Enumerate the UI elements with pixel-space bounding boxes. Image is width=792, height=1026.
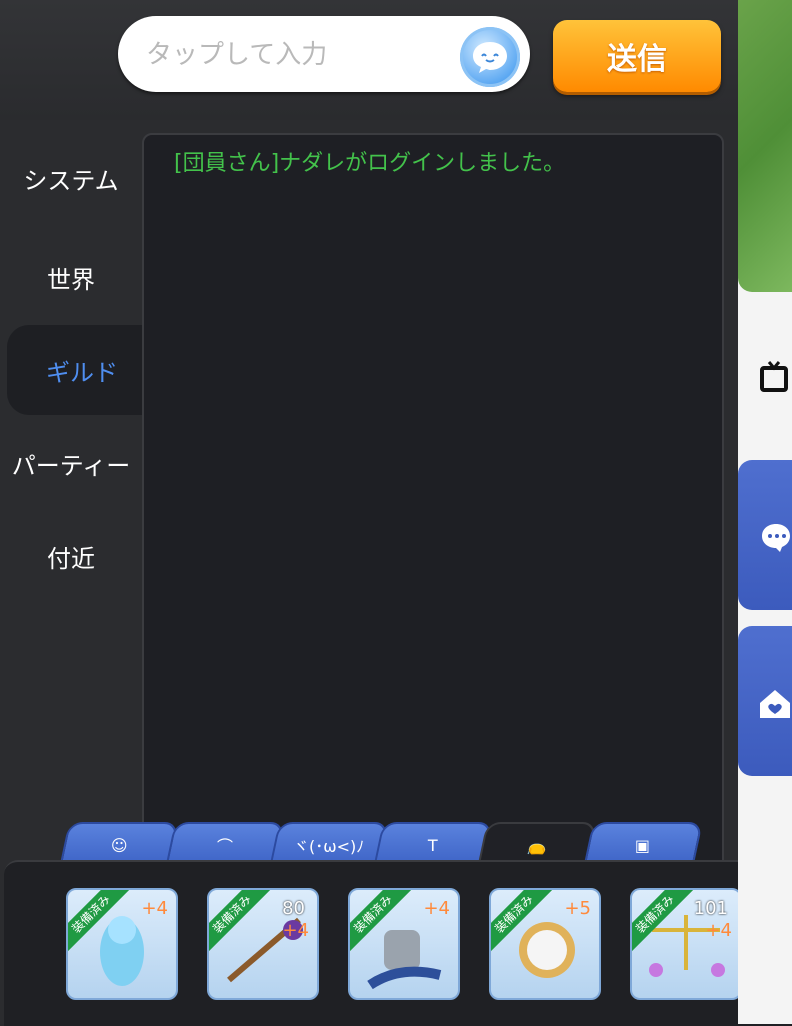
chat-input[interactable] [144,34,448,76]
upgrade-level: +4 [705,920,732,941]
send-button[interactable]: 送信 [553,20,721,92]
upgrade-level: +4 [423,898,450,919]
item-level: 101 [693,898,728,919]
home-side-button[interactable] [738,626,792,776]
item-level: 80 [282,898,305,919]
item-slot[interactable]: 装備済み +4 [66,888,178,1000]
upgrade-level: +4 [282,920,309,941]
item-slot[interactable]: 装備済み 101 +4 [630,888,742,1000]
bag-icon: 👝 [527,835,547,855]
tab-nearby[interactable]: 付近 [0,511,142,601]
game-scene [738,0,792,292]
pose-icon: ⌒ [216,837,233,856]
top-bar: 送信 [0,0,738,120]
tab-party[interactable]: パーティー [0,418,142,508]
home-heart-icon [760,690,790,718]
image-icon: ▣ [635,835,651,855]
chat-log[interactable]: [団員さん]ナダレがログインしました。 [142,133,724,897]
tab-guild[interactable]: ギルド [7,325,157,415]
kaomoji-label: ヾ(･ω<)ﾉ [293,837,365,856]
smile-bubble-icon [473,42,507,73]
smiley-icon: ☺ [110,835,128,855]
tv-icon[interactable] [760,360,792,394]
upgrade-level: +4 [141,898,168,919]
input-tabs: ☺ ⌒ ヾ(･ω<)ﾉ T 👝 ▣ [58,818,703,868]
chat-input-box[interactable] [118,16,530,92]
chat-bubble-icon [762,524,790,552]
upgrade-level: +5 [564,898,591,919]
tab-system[interactable]: システム [0,133,142,223]
emoji-button[interactable] [460,27,520,87]
chat-message: [団員さん]ナダレがログインしました。 [174,151,566,176]
item-slot[interactable]: 装備済み +5 [489,888,601,1000]
item-slot[interactable]: 装備済み +4 [348,888,460,1000]
chat-side-button[interactable] [738,460,792,610]
text-icon: T [428,835,438,855]
tab-world[interactable]: 世界 [0,232,142,322]
item-slot[interactable]: 装備済み 80 +4 [207,888,319,1000]
